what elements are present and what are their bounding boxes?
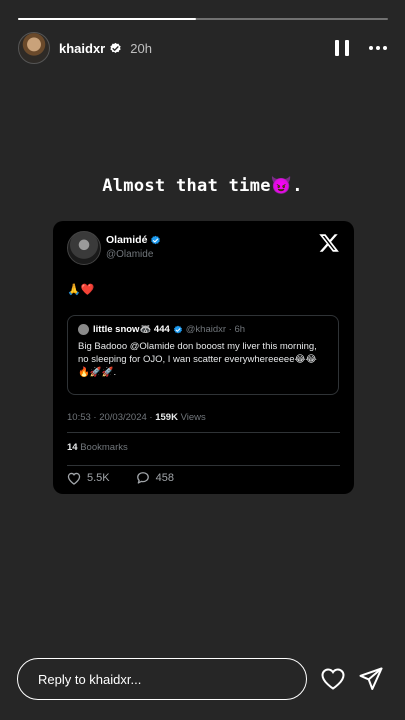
send-icon[interactable] [358,666,384,692]
quoted-author-avatar [78,324,89,335]
tweet-body: 🙏❤️ [67,284,95,296]
tweet-engagement: 5.5K 458 [67,471,174,485]
tweet-timestamp: 10:53 · 20/03/2024 · [67,412,156,423]
replies-count: 458 [155,472,174,484]
story-time-ago: 20h [130,40,152,56]
tweet-bookmarks: 14 Bookmarks [67,442,128,453]
heart-outline-icon[interactable] [320,667,346,691]
divider [67,465,340,466]
more-icon[interactable] [369,46,387,50]
heart-outline-icon [67,472,81,485]
quoted-tweet-text: Big Badooo @Olamide don booost my liver … [78,341,317,378]
verified-badge-icon [151,235,161,244]
tweet-views-label: Views [177,412,206,423]
tweet-author-handle: @Olamide [106,249,154,260]
tweet-author-avatar [67,231,101,265]
quoted-tweet-header: little snow🦝 444 @khaidxr · 6h [78,324,245,335]
x-logo-icon [319,234,339,252]
quoted-tweet[interactable]: little snow🦝 444 @khaidxr · 6h Big Badoo… [67,315,339,395]
pause-icon[interactable] [335,40,349,56]
comment-icon [136,472,149,484]
likes-count: 5.5K [87,472,110,484]
verified-badge-icon [173,325,182,333]
quoted-author-name: little snow🦝 444 [93,324,170,335]
tweet-author-name-row: Olamidé [106,234,161,246]
story-progress-bar [18,18,388,20]
story-username[interactable]: khaidxr [59,41,105,56]
bookmarks-count: 14 [67,442,78,453]
tweet-views-count: 159K [155,412,178,423]
bookmarks-label: Bookmarks [77,442,128,453]
quoted-author-handle: @khaidxr · 6h [185,324,246,335]
avatar[interactable] [18,32,50,64]
story-progress-fill [18,18,196,20]
story-caption: Almost that time😈. [102,176,303,196]
verified-badge-icon [110,42,121,53]
story-header: khaidxr 20h [18,32,387,64]
divider [67,432,340,433]
tweet-card[interactable]: Olamidé @Olamide 🙏❤️ little snow🦝 444 @k… [53,221,354,494]
reply-input[interactable] [17,658,307,700]
tweet-meta: 10:53 · 20/03/2024 · 159K Views [67,412,206,423]
tweet-author-name: Olamidé [106,234,148,246]
